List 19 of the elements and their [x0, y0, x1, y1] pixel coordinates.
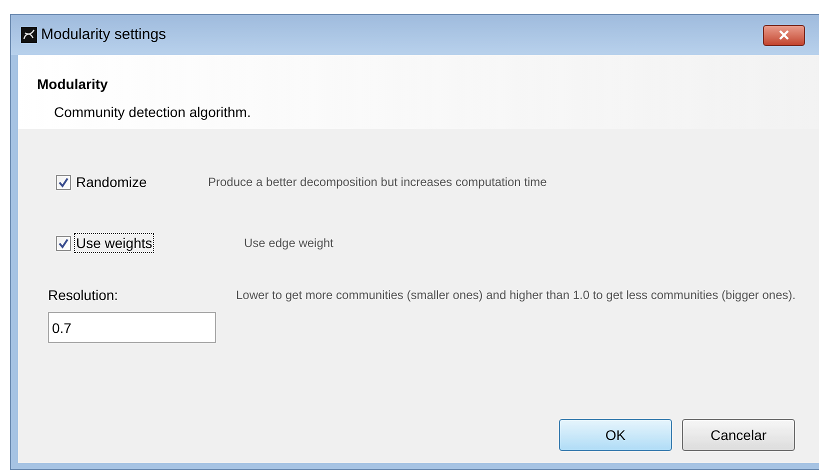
resolution-field[interactable]: 0.7 [48, 312, 216, 343]
checkbox[interactable] [56, 236, 71, 250]
checkbox[interactable] [56, 174, 71, 190]
header-title: Modularity [37, 77, 109, 91]
close-button[interactable] [763, 24, 805, 46]
dialog-button[interactable]: Cancelar [682, 419, 795, 451]
checkbox-label[interactable]: Randomize [75, 173, 148, 191]
window-title: Modularity settings [41, 24, 166, 45]
header-description: Community detection algorithm. [54, 105, 252, 119]
resolution-label: Resolution: [48, 286, 120, 305]
checkbox-label[interactable]: Use weights [75, 234, 154, 252]
option-hint: Use edge weight [244, 235, 334, 252]
app-icon [21, 27, 37, 43]
dialog-button[interactable]: OK [559, 419, 672, 451]
resolution-hint: Lower to get more communities (smaller ones) and higher than 1.0 to get less communities (bigger ones). [236, 287, 796, 304]
check-icon [58, 238, 69, 248]
check-icon [58, 176, 69, 188]
option-hint: Produce a better decomposition but increases computation time [208, 174, 547, 191]
close-icon [779, 30, 789, 40]
